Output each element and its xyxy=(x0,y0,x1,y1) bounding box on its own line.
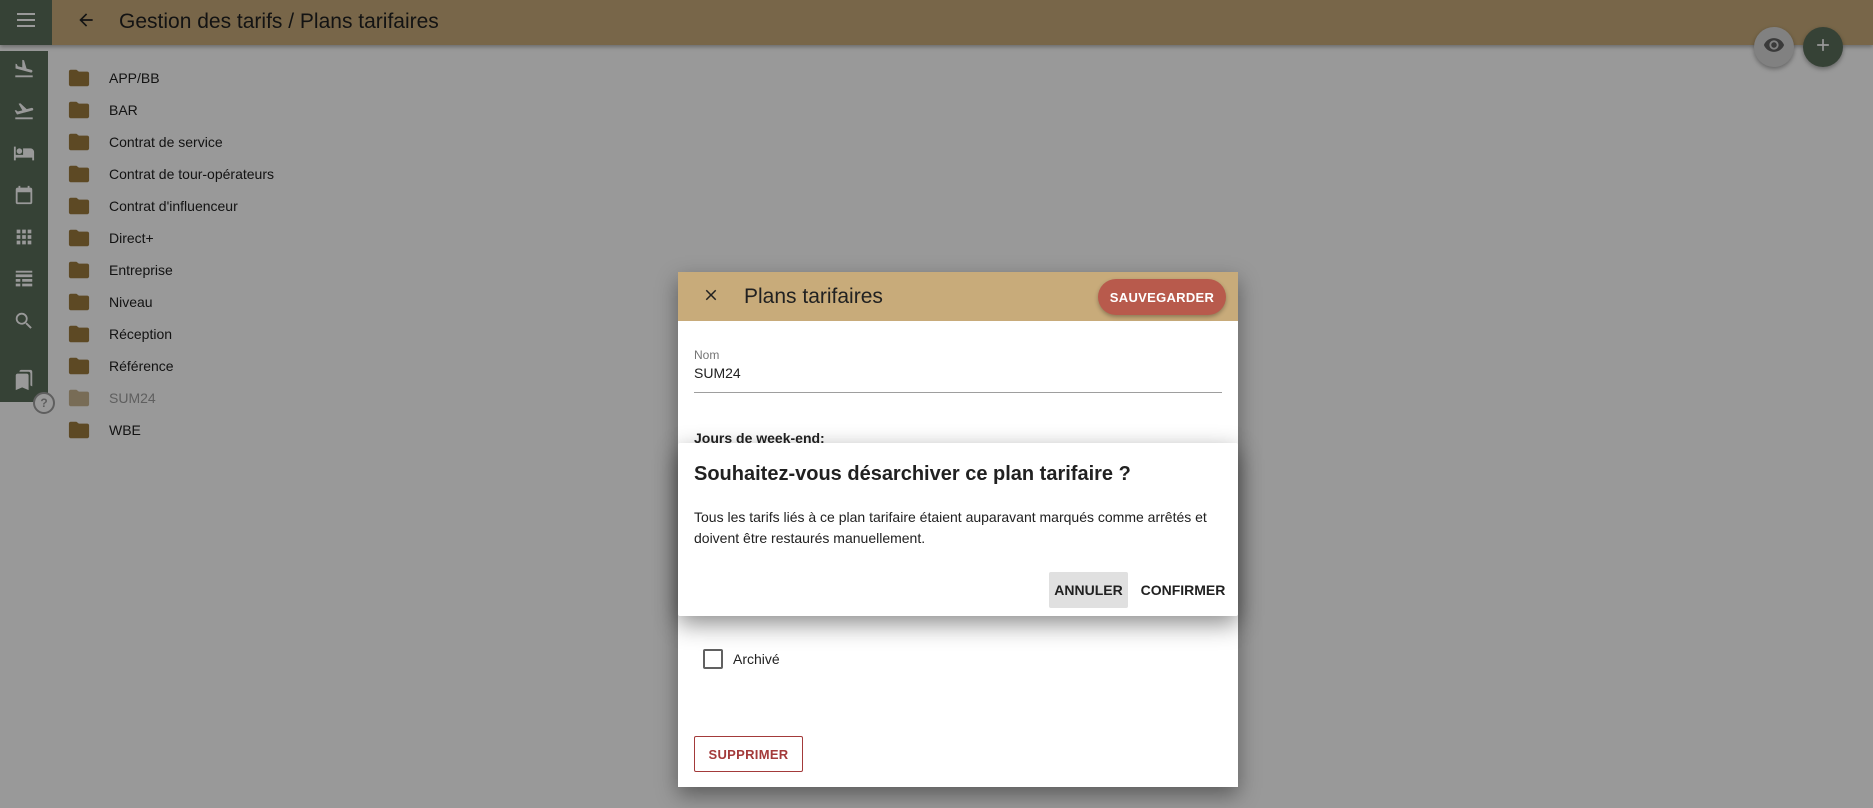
confirm-dialog: Souhaitez-vous désarchiver ce plan tarif… xyxy=(678,443,1238,616)
confirm-dialog-title: Souhaitez-vous désarchiver ce plan tarif… xyxy=(694,463,1131,485)
confirm-button[interactable]: CONFIRMER xyxy=(1138,572,1228,608)
cancel-button[interactable]: ANNULER xyxy=(1049,572,1128,608)
confirm-backdrop xyxy=(0,0,1873,808)
confirm-dialog-message: Tous les tarifs liés à ce plan tarifaire… xyxy=(694,509,1207,546)
